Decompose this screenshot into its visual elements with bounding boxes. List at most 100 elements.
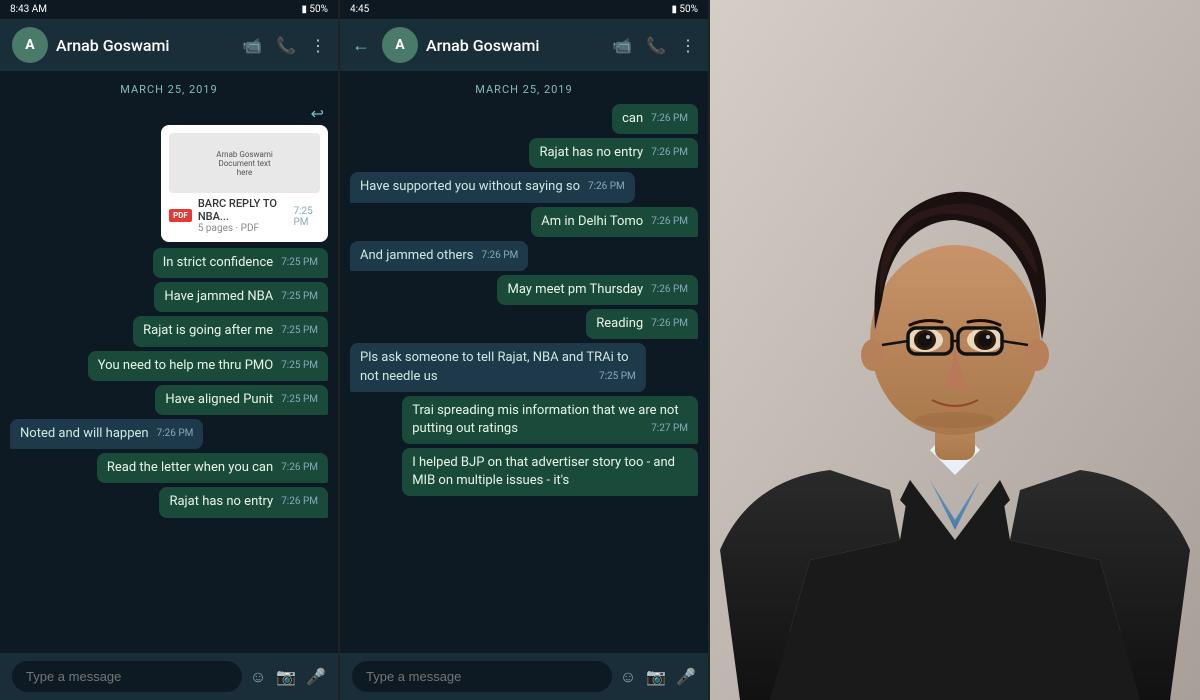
status-right-m: ▮ 50% [671, 4, 698, 15]
status-bar-left: 8:43 AM ▮ 50% [0, 0, 338, 19]
middle-phone: 4:45 ▮ 50% ← A Arnab Goswami 📹 📞 ⋮ MARCH… [340, 0, 710, 700]
main-container: 8:43 AM ▮ 50% A Arnab Goswami 📹 📞 ⋮ MARC… [0, 0, 1200, 700]
m-time-2: 7:26 PM [588, 180, 625, 194]
attachment-bubble: Arnab GoswamiDocument texthere PDF BARC … [161, 125, 328, 242]
back-arrow-icon[interactable]: ← [352, 35, 370, 56]
time-6: 7:26 PM [157, 427, 194, 441]
header-left: A Arnab Goswami 📹 📞 ⋮ [0, 19, 338, 71]
emoji-icon-m[interactable]: ☺ [620, 667, 636, 687]
bubble-sent-1: In strict confidence 7:25 PM [153, 248, 328, 278]
bubble-sent-3: Rajat is going after me 7:25 PM [133, 316, 328, 346]
time-3: 7:25 PM [281, 324, 318, 338]
status-right: ▮ 50% [301, 4, 328, 15]
m-msg-row-9: I helped BJP on that advertiser story to… [350, 448, 698, 496]
m-time-4: 7:26 PM [481, 249, 518, 263]
m-msg-row-1: Rajat has no entry 7:26 PM [350, 138, 698, 168]
header-middle: ← A Arnab Goswami 📹 📞 ⋮ [340, 19, 708, 71]
contact-name-middle: Arnab Goswami [426, 36, 604, 55]
video-icon[interactable]: 📹 [242, 36, 262, 55]
m-msg-row-8: Trai spreading mis information that we a… [350, 396, 698, 444]
attachment-info: PDF BARC REPLY TO NBA... 5 pages · PDF 7… [169, 197, 320, 234]
time-1: 7:25 PM [281, 256, 318, 270]
msg-row-2: Have jammed NBA 7:25 PM [10, 282, 328, 312]
person-panel [710, 0, 1200, 700]
msg-row-3: Rajat is going after me 7:25 PM [10, 316, 328, 346]
date-badge-middle: MARCH 25, 2019 [350, 83, 698, 96]
call-icon-m[interactable]: 📞 [646, 36, 666, 55]
m-bubble-0: can 7:26 PM [612, 104, 698, 134]
type-bar-middle: ☺ 📷 🎤 [340, 653, 708, 700]
bubble-received-6: Noted and will happen 7:26 PM [10, 419, 203, 449]
pdf-icon: PDF [169, 209, 192, 222]
attachment-row: ↩ Arnab GoswamiDocument texthere PDF BAR… [10, 104, 328, 244]
header-icons-middle: 📹 📞 ⋮ [612, 36, 696, 55]
msg-row-8: Rajat has no entry 7:26 PM [10, 487, 328, 517]
m-bubble-5: May meet pm Thursday 7:26 PM [497, 275, 698, 305]
m-msg-row-5: May meet pm Thursday 7:26 PM [350, 275, 698, 305]
menu-icon[interactable]: ⋮ [310, 36, 326, 55]
m-msg-row-7: Pls ask someone to tell Rajat, NBA and T… [350, 343, 698, 391]
m-time-5: 7:26 PM [651, 283, 688, 297]
m-time-1: 7:26 PM [651, 146, 688, 160]
time-4: 7:25 PM [281, 359, 318, 373]
msg-row-6: Noted and will happen 7:26 PM [10, 419, 328, 449]
msg-row-4: You need to help me thru PMO 7:25 PM [10, 351, 328, 381]
time-2: 7:25 PM [281, 290, 318, 304]
time-middle: 4:45 [350, 4, 369, 15]
attachment-meta: 5 pages · PDF [198, 223, 280, 234]
battery-icon: ▮ 50% [301, 4, 328, 15]
menu-icon-m[interactable]: ⋮ [680, 36, 696, 55]
time-5: 7:25 PM [281, 393, 318, 407]
reply-row: ↩ [311, 104, 328, 123]
attachment-details: BARC REPLY TO NBA... 5 pages · PDF [198, 197, 280, 234]
type-icons-middle: ☺ 📷 🎤 [620, 667, 696, 687]
m-msg-row-0: can 7:26 PM [350, 104, 698, 134]
m-time-3: 7:26 PM [651, 215, 688, 229]
bubble-sent-4: You need to help me thru PMO 7:25 PM [88, 351, 328, 381]
m-time-7: 7:25 PM [599, 370, 636, 384]
m-time-6: 7:26 PM [651, 317, 688, 331]
video-icon-m[interactable]: 📹 [612, 36, 632, 55]
type-icons-left: ☺ 📷 🎤 [250, 667, 326, 687]
preview-text: Arnab GoswamiDocument texthere [212, 146, 277, 181]
m-msg-row-3: Am in Delhi Tomo 7:26 PM [350, 207, 698, 237]
status-bar-middle: 4:45 ▮ 50% [340, 0, 708, 19]
msg-row-5: Have aligned Punit 7:25 PM [10, 385, 328, 415]
msg-row-7: Read the letter when you can 7:26 PM [10, 453, 328, 483]
m-msg-row-4: And jammed others 7:26 PM [350, 241, 698, 271]
attachment-preview: Arnab GoswamiDocument texthere [169, 133, 320, 193]
time-7: 7:26 PM [281, 461, 318, 475]
reply-icon: ↩ [311, 104, 324, 123]
chat-body-middle: MARCH 25, 2019 can 7:26 PM Rajat has no … [340, 71, 708, 653]
m-bubble-8: Trai spreading mis information that we a… [402, 396, 698, 444]
type-input-middle[interactable] [352, 661, 612, 692]
m-bubble-9: I helped BJP on that advertiser story to… [402, 448, 698, 496]
m-bubble-1: Rajat has no entry 7:26 PM [529, 138, 698, 168]
mic-icon[interactable]: 🎤 [306, 667, 326, 687]
time-left: 8:43 AM [10, 4, 47, 15]
type-input-left[interactable] [12, 661, 242, 692]
attachment-name: BARC REPLY TO NBA... [198, 197, 280, 223]
contact-name-left: Arnab Goswami [56, 36, 234, 55]
date-badge-left: MARCH 25, 2019 [10, 83, 328, 96]
m-bubble-2: Have supported you without saying so 7:2… [350, 172, 635, 202]
msg-row-1: In strict confidence 7:25 PM [10, 248, 328, 278]
bubble-sent-5: Have aligned Punit 7:25 PM [155, 385, 328, 415]
emoji-icon[interactable]: ☺ [250, 667, 266, 687]
left-phone: 8:43 AM ▮ 50% A Arnab Goswami 📹 📞 ⋮ MARC… [0, 0, 340, 700]
call-icon[interactable]: 📞 [276, 36, 296, 55]
avatar-left: A [12, 27, 48, 63]
m-bubble-6: Reading 7:26 PM [586, 309, 698, 339]
battery-icon-m: ▮ 50% [671, 4, 698, 15]
bubble-sent-8: Rajat has no entry 7:26 PM [159, 487, 328, 517]
mic-icon-m[interactable]: 🎤 [676, 667, 696, 687]
avatar-middle: A [382, 27, 418, 63]
camera-icon[interactable]: 📷 [276, 667, 296, 687]
m-time-8: 7:27 PM [651, 422, 688, 436]
m-bubble-4: And jammed others 7:26 PM [350, 241, 528, 271]
camera-icon-m[interactable]: 📷 [646, 667, 666, 687]
type-bar-left: ☺ 📷 🎤 [0, 653, 338, 700]
m-time-0: 7:26 PM [651, 112, 688, 126]
chat-body-left: MARCH 25, 2019 ↩ Arnab GoswamiDocument t… [0, 71, 338, 653]
m-bubble-3: Am in Delhi Tomo 7:26 PM [531, 207, 698, 237]
